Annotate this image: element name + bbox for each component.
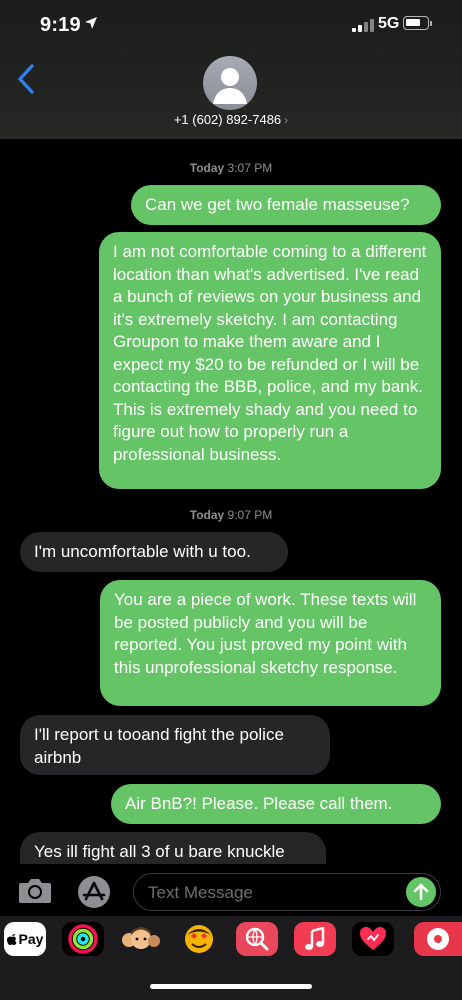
apple-pay-app[interactable]: Pay	[4, 922, 46, 956]
home-indicator[interactable]	[150, 984, 312, 989]
timestamp-time: 3:07 PM	[227, 161, 273, 175]
activity-rings-icon	[68, 924, 98, 954]
outgoing-message[interactable]: Air BnB?! Please. Please call them.	[111, 784, 441, 824]
battery-tip	[430, 21, 432, 26]
incoming-message[interactable]: I'll report u tooand fight the police ai…	[20, 715, 330, 775]
send-button[interactable]	[406, 877, 436, 907]
app-store-icon[interactable]	[76, 874, 112, 910]
more-apps[interactable]	[414, 922, 462, 956]
digital-touch-app[interactable]	[352, 922, 394, 956]
outgoing-message[interactable]: I am not comfortable coming to a differe…	[99, 232, 441, 489]
messages-screen: 9:19 5G +1 (602) 892-7486 › Today 3:07 P…	[0, 0, 462, 1000]
contact-avatar[interactable]	[203, 56, 257, 110]
apple-logo-icon	[6, 934, 17, 945]
contact-name[interactable]: +1 (602) 892-7486 ›	[0, 112, 462, 127]
message-input-placeholder: Text Message	[148, 883, 253, 902]
battery-icon	[403, 16, 429, 30]
message-input[interactable]: Text Message	[133, 873, 441, 911]
network-label: 5G	[378, 15, 400, 32]
chevron-right-icon: ›	[284, 113, 289, 127]
timestamp: Today 9:07 PM	[0, 508, 462, 522]
heart-touch-icon	[360, 927, 386, 950]
location-arrow-icon	[85, 17, 97, 29]
timestamp-time: 9:07 PM	[227, 508, 273, 522]
timestamp-day: Today	[189, 161, 225, 175]
memoji-app[interactable]	[120, 922, 162, 956]
signal-icon	[352, 18, 374, 32]
arrow-up-icon	[413, 883, 429, 901]
apple-pay-label: Pay	[18, 931, 44, 947]
timestamp: Today 3:07 PM	[0, 161, 462, 175]
status-time: 9:19	[40, 14, 81, 36]
timestamp-day: Today	[189, 508, 225, 522]
outgoing-message[interactable]: You are a piece of work. These texts wil…	[100, 580, 441, 706]
animoji-icon	[185, 925, 213, 953]
music-note-icon	[305, 927, 325, 950]
outgoing-message[interactable]: Can we get two female masseuse?	[131, 185, 441, 225]
contact-number: +1 (602) 892-7486	[173, 112, 282, 127]
music-app[interactable]	[294, 922, 336, 956]
record-icon	[427, 928, 449, 950]
back-chevron-icon[interactable]	[14, 62, 38, 96]
globe-search-icon	[245, 927, 269, 951]
camera-icon[interactable]	[18, 876, 52, 904]
animoji-app[interactable]	[178, 922, 220, 956]
incoming-message[interactable]: I'm uncomfortable with u too.	[20, 532, 288, 572]
conversation-header: 9:19 5G +1 (602) 892-7486 ›	[0, 0, 462, 139]
image-search-app[interactable]	[236, 922, 278, 956]
person-icon	[213, 68, 247, 104]
activity-app[interactable]	[62, 922, 104, 956]
memoji-icon	[122, 927, 160, 949]
